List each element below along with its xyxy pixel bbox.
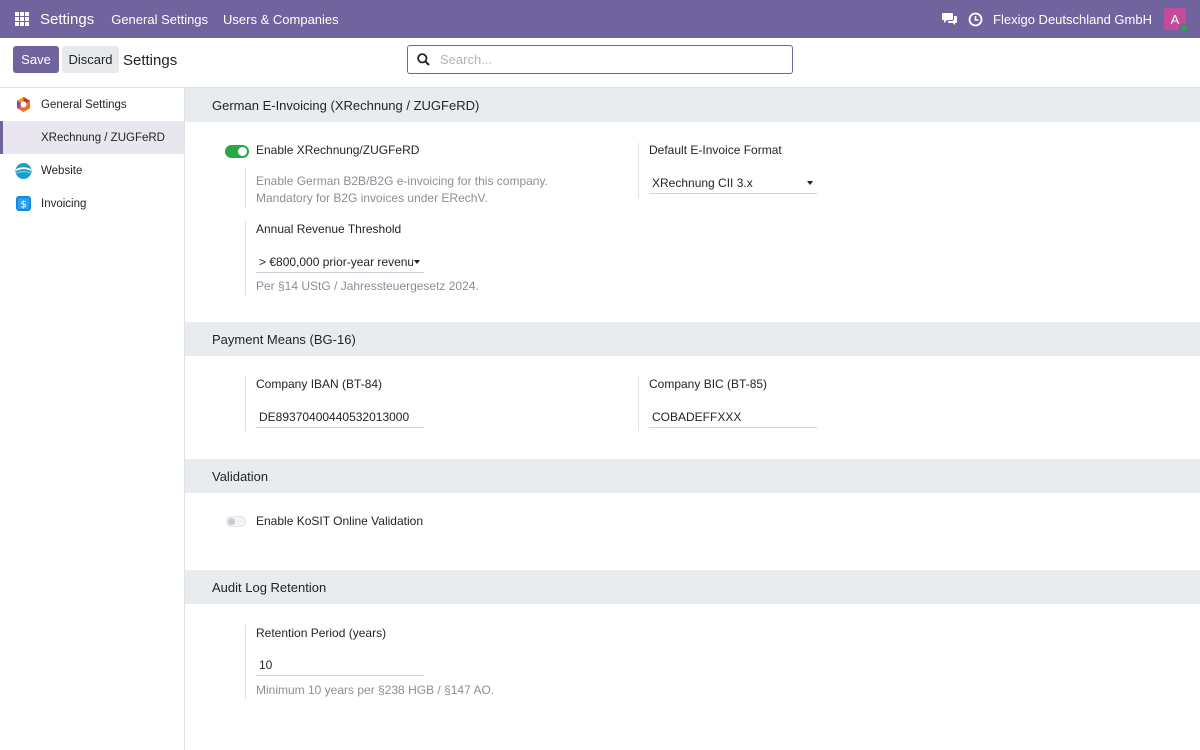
save-button[interactable]: Save	[13, 46, 59, 73]
sidebar-item-label: Website	[41, 164, 83, 177]
sidebar-item-label: Invoicing	[41, 197, 87, 210]
chevron-down-icon	[414, 260, 420, 264]
kosit-validation-toggle[interactable]	[226, 516, 246, 527]
sidebar-item-invoicing[interactable]: $ Invoicing	[0, 187, 184, 220]
svg-text:$: $	[20, 200, 26, 211]
setting-divider	[245, 168, 246, 208]
search-box[interactable]	[407, 45, 793, 74]
iban-value: DE89370400440532013000	[259, 409, 410, 424]
setting-divider	[638, 376, 639, 431]
threshold-label: Annual Revenue Threshold	[256, 222, 402, 236]
bic-value: COBADEFFXXX	[652, 409, 742, 424]
invoicing-icon: $	[15, 195, 32, 212]
section-title-einvoicing: German E-Invoicing (XRechnung / ZUGFeRD)	[185, 88, 1200, 122]
default-format-label: Default E-Invoice Format	[649, 143, 782, 157]
default-format-select[interactable]: XRechnung CII 3.x	[649, 172, 817, 194]
odoo-settings-icon	[15, 96, 32, 113]
website-icon	[15, 162, 32, 179]
enable-xrechnung-label: Enable XRechnung/ZUGFeRD	[256, 143, 420, 157]
retention-value: 10	[259, 657, 273, 672]
control-panel: Save Discard Settings	[0, 38, 1200, 88]
section-title-validation: Validation	[185, 459, 1200, 493]
sidebar-item-xrechnung[interactable]: XRechnung / ZUGFeRD	[0, 121, 184, 154]
settings-sidebar: General Settings XRechnung / ZUGFeRD Web…	[0, 88, 185, 750]
setting-divider	[638, 143, 639, 198]
search-icon	[417, 53, 430, 66]
default-format-value: XRechnung CII 3.x	[652, 175, 753, 190]
chevron-down-icon	[807, 181, 813, 185]
iban-label: Company IBAN (BT-84)	[256, 377, 383, 391]
setting-divider	[245, 221, 246, 295]
avatar-letter: A	[1170, 11, 1180, 27]
section-title-audit: Audit Log Retention	[185, 570, 1200, 604]
user-avatar[interactable]: A	[1164, 8, 1189, 33]
kosit-validation-label: Enable KoSIT Online Validation	[256, 514, 423, 528]
threshold-help: Per §14 UStG / Jahressteuergesetz 2024.	[256, 279, 479, 293]
enable-help-line-2: Mandatory for B2G invoices under ERechV.	[256, 191, 488, 205]
setting-divider	[245, 625, 246, 699]
retention-field[interactable]: 10	[256, 654, 424, 676]
threshold-value: > €800,000 prior-year revenue	[259, 254, 413, 269]
sidebar-item-label: General Settings	[41, 98, 127, 111]
iban-field[interactable]: DE89370400440532013000	[256, 406, 424, 428]
discard-button[interactable]: Discard	[62, 46, 119, 73]
sidebar-item-website[interactable]: Website	[0, 154, 184, 187]
bic-field[interactable]: COBADEFFXXX	[649, 406, 817, 428]
clock-icon[interactable]	[968, 12, 983, 27]
page-title: Settings	[123, 52, 178, 69]
company-switcher[interactable]: Flexigo Deutschland GmbH	[993, 12, 1152, 27]
top-navbar: Settings General Settings Users & Compan…	[0, 0, 1200, 38]
section-title-payment: Payment Means (BG-16)	[185, 322, 1200, 356]
chat-icon[interactable]	[942, 12, 958, 26]
retention-help: Minimum 10 years per §238 HGB / §147 AO.	[256, 683, 495, 697]
enable-xrechnung-toggle[interactable]	[225, 145, 249, 158]
retention-label: Retention Period (years)	[256, 626, 387, 640]
sidebar-item-general-settings[interactable]: General Settings	[0, 88, 184, 121]
app-grid-icon[interactable]	[15, 12, 29, 26]
menu-users-companies[interactable]: Users & Companies	[223, 12, 339, 27]
search-input[interactable]	[440, 52, 770, 67]
online-status-icon	[1179, 23, 1189, 33]
threshold-select[interactable]: > €800,000 prior-year revenue	[256, 251, 424, 273]
settings-main: German E-Invoicing (XRechnung / ZUGFeRD)…	[185, 88, 1200, 750]
setting-divider	[245, 376, 246, 431]
menu-general-settings[interactable]: General Settings	[111, 12, 208, 27]
bic-label: Company BIC (BT-85)	[649, 377, 768, 391]
enable-help-line-1: Enable German B2B/B2G e-invoicing for th…	[256, 174, 548, 188]
app-name[interactable]: Settings	[40, 11, 94, 28]
